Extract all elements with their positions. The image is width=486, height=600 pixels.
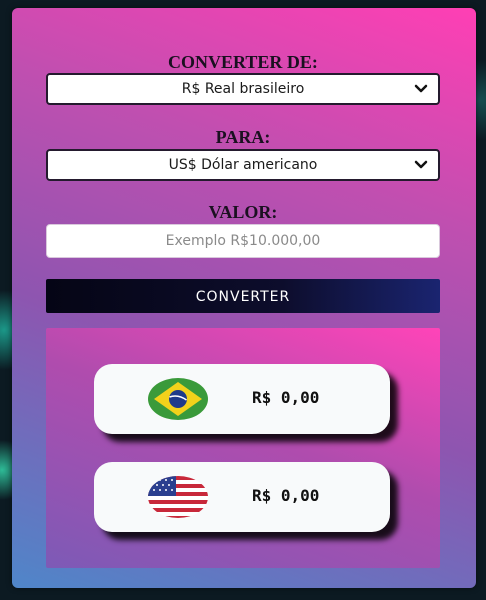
value-label: VALOR: bbox=[208, 202, 278, 222]
chevron-down-icon bbox=[414, 84, 428, 93]
from-currency-select[interactable]: R$ Real brasileiro bbox=[46, 73, 440, 105]
result-amount-usa: R$ 0,00 bbox=[252, 486, 320, 505]
result-amount-brazil: R$ 0,00 bbox=[252, 388, 320, 407]
brazil-flag-icon bbox=[148, 378, 208, 420]
result-card-brazil: R$ 0,00 bbox=[94, 364, 390, 434]
to-currency-select[interactable]: US$ Dólar americano bbox=[46, 149, 440, 181]
value-input[interactable] bbox=[46, 224, 440, 258]
result-card-usa: R$ 0,00 bbox=[94, 462, 390, 532]
from-currency-value: R$ Real brasileiro bbox=[181, 81, 305, 97]
to-label: PARA: bbox=[215, 127, 271, 147]
usa-flag-icon bbox=[148, 476, 208, 518]
from-label: CONVERTER DE: bbox=[168, 52, 318, 72]
chevron-down-icon bbox=[414, 160, 428, 169]
to-currency-value: US$ Dólar americano bbox=[168, 157, 318, 173]
convert-button[interactable]: CONVERTER bbox=[46, 279, 440, 313]
